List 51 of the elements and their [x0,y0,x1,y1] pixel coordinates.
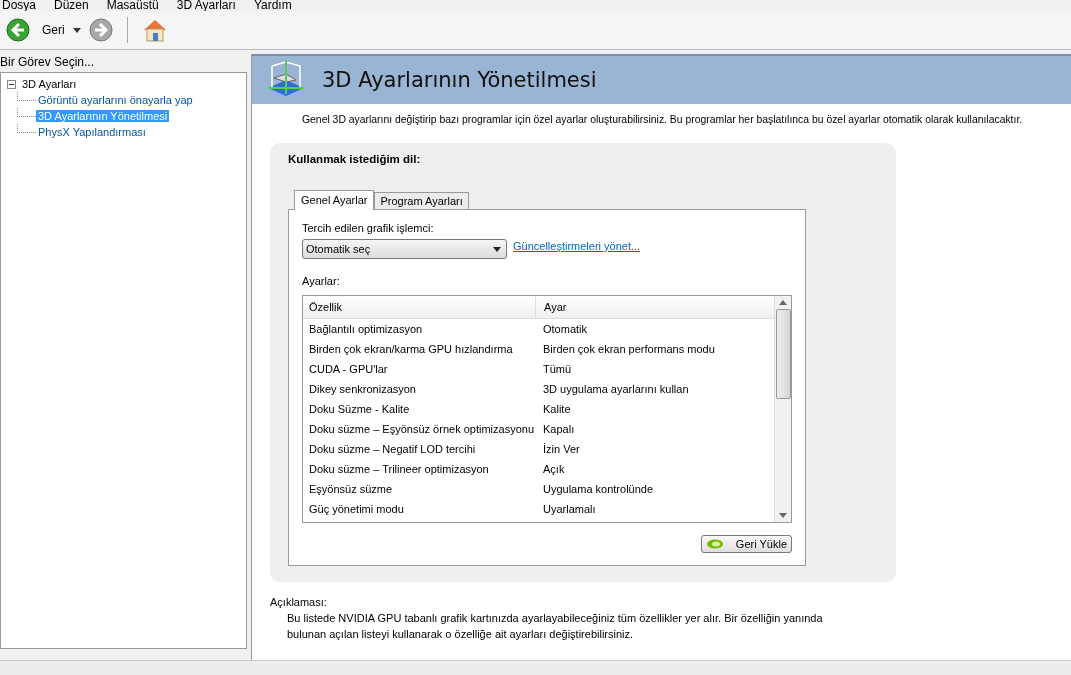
tab[interactable]: Genel Ayarlar [294,190,375,210]
intro-text: Genel 3D ayarlarını değiştirip bazı programlar için özel ayarlar oluşturabilirsiniz. Bu programlar her başlatılınca bu özel ayarlar otomatik olarak kullanılacaktır. [301,113,1024,125]
column-header[interactable]: Özellik [303,296,536,318]
table-cell-text: Doku süzme – Trilineer optimizasyon [308,463,490,475]
gpu-dropdown[interactable]: Otomatik seç [302,239,507,259]
sidebar-title: Bir Görev Seçin... [0,54,96,71]
tree-item[interactable]: Görüntü ayarlarını önayarla yap [36,94,195,106]
table-cell-text: Doku süzme – Eşyönsüz örnek optimizasyonu [308,423,535,435]
dropdown-arrow-icon [493,246,501,252]
menu-item[interactable]: 3D Ayarları [176,0,236,11]
table-cell-text: Eşyönsüz süzme [308,483,394,495]
caret-icon[interactable] [72,27,81,33]
panel-title: Kullanmak istediğim dil: [288,153,422,165]
menu-item[interactable]: Yardım [253,0,292,11]
gpu-label: Tercih edilen grafik işlemci: [302,222,435,234]
description-text: Bu listede NVIDIA GPU tabanlı grafik kartınızda ayarlayabileceğiniz tüm özellikler yer alır. Bir özelliğin yanında bulunan açılan listeyi kullanarak o özelliğe ait ayarları değiştirebilirsiniz. [286,611,824,642]
scroll-up-icon[interactable] [779,300,787,305]
eye-logo-icon [705,539,724,549]
table-cell-text: Uyarlamalı [542,502,596,515]
collapse-icon[interactable] [7,79,16,89]
table-cell-text: CUDA - GPU'lar [308,363,389,375]
description-label: Açıklaması: [270,596,328,608]
back-label[interactable]: Geri [42,23,65,37]
table-cell-text: Güç yönetimi modu [308,502,405,515]
table-cell-text: Birden çok ekran/karma GPU hızlandırma [308,343,514,355]
table-cell-text: Dikey senkronizasyon [308,383,417,395]
tree-item[interactable]: 3D Ayarları [20,78,79,90]
table-cell-text: Birden çok ekran performans modu [542,343,715,355]
table-cell-text: Açık [542,463,565,475]
page-title: 3D Ayarlarının Yönetilmesi [322,68,597,92]
table-cell-text: Kapalı [542,423,575,435]
settings-label: Ayarlar: [302,275,341,287]
table-cell-text: Kalite [542,403,571,415]
menu-item[interactable]: Dosya [2,0,36,11]
table-cell-text: Otomatik [542,323,587,335]
menu-item[interactable]: Masaüstü [106,0,159,11]
tab[interactable]: Program Ayarları [374,192,469,209]
scroll-down-icon[interactable] [779,513,787,518]
scrollbar[interactable] [774,296,791,522]
table-cell-text: Bağlantılı optimizasyon [308,323,424,335]
column-header[interactable]: Ayar [536,301,567,313]
restore-button[interactable]: Geri Yükle [700,535,792,553]
manage-updates-link[interactable]: Güncelleştirmeleri yönet... [513,240,641,252]
table-cell-text: Doku Süzme - Kalite [308,403,411,415]
menu-item[interactable]: Düzen [54,0,89,11]
table-cell-text: Uygulama kontrolünde [542,483,654,495]
table-cell-text: Tümü [542,363,572,375]
table-cell-text: İzin Ver [542,443,580,455]
table-cell-text: Doku süzme – Negatif LOD tercihi [308,443,477,455]
table-cell-text: 3D uygulama ayarlarını kullan [542,383,689,395]
tree-item[interactable]: PhysX Yapılandırması [36,126,148,138]
